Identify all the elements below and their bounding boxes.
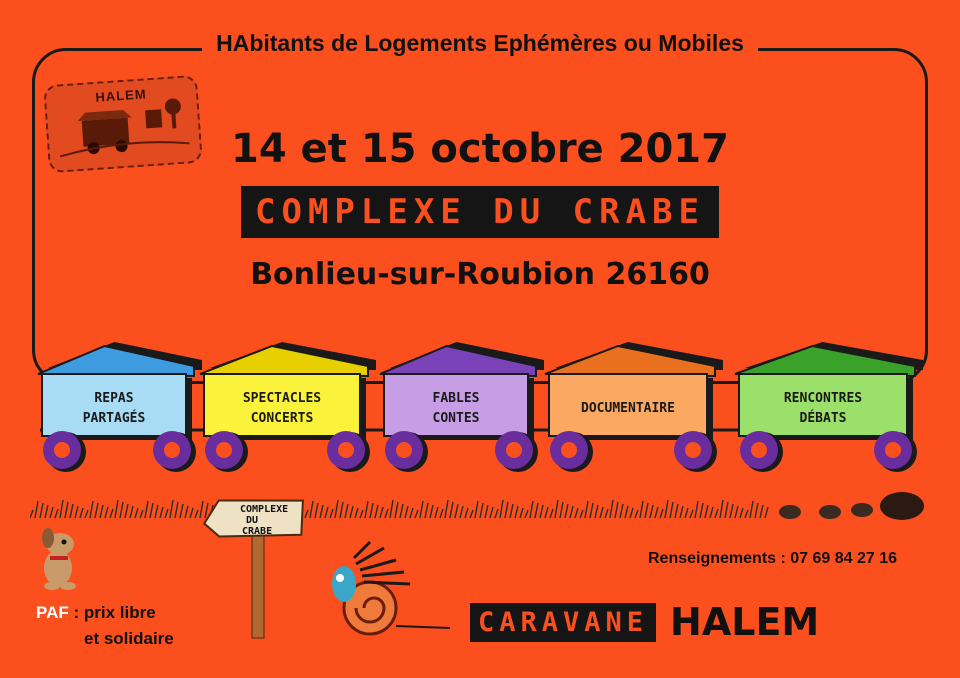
venue-banner: COMPLEXE DU CRABE	[0, 186, 960, 238]
wagon: FABLES CONTES	[379, 342, 544, 472]
event-poster: HAbitants de Logements Ephémères ou Mobi…	[0, 0, 960, 678]
sign-line3: CRABE	[242, 526, 272, 537]
paf-line1: : prix libre	[68, 603, 156, 622]
wagon-label-line2: PARTAGÉS	[83, 410, 146, 426]
snail-icon	[332, 540, 450, 636]
venue-name: COMPLEXE DU CRABE	[241, 186, 719, 238]
event-dates: 14 et 15 octobre 2017	[231, 126, 729, 172]
sign-line2: DU	[246, 515, 258, 526]
caravane-brand: CARAVANE HALEM	[470, 600, 819, 644]
wagon-label-line2: DÉBATS	[800, 410, 847, 426]
event-location: Bonlieu-sur-Roubion 26160	[250, 257, 710, 292]
wagon-label-line1: REPAS	[94, 391, 133, 406]
dog-icon	[42, 528, 76, 590]
paf-key: PAF	[36, 603, 69, 622]
paf-line2: et solidaire	[84, 629, 174, 648]
hedgehogs-icon	[779, 492, 924, 520]
wagon: REPAS PARTAGÉS	[37, 342, 202, 472]
wagon-label-line1: RENCONTRES	[784, 391, 862, 406]
wagon-label-line2: CONCERTS	[251, 411, 314, 426]
wagon: RENCONTRES DÉBATS	[734, 342, 923, 472]
wagon-label-line1: DOCUMENTAIRE	[581, 401, 675, 416]
caravane-label: CARAVANE	[470, 602, 657, 642]
header-banner: HAbitants de Logements Ephémères ou Mobi…	[0, 30, 960, 57]
grass-strip	[30, 492, 924, 520]
wagon: SPECTACLES CONCERTS	[199, 342, 376, 472]
contact-info: Renseignements : 07 69 84 27 16	[648, 550, 898, 567]
sign-line1: COMPLEXE	[240, 504, 288, 515]
wagon-label-line2: CONTES	[433, 411, 480, 426]
wagon: DOCUMENTAIRE	[544, 342, 723, 472]
wagon-label-line1: SPECTACLES	[243, 391, 321, 406]
header-title: HAbitants de Logements Ephémères ou Mobi…	[202, 30, 758, 56]
wagon-convoy: REPAS PARTAGÉS SPECTACLES CONCERTS FABLES CON…	[37, 342, 923, 472]
wagon-label-line1: FABLES	[433, 391, 480, 406]
signpost: COMPLEXE DU CRABE	[202, 499, 304, 639]
halem-title: HALEM	[670, 600, 820, 644]
price-note: PAF : prix libre et solidaire	[36, 600, 174, 652]
